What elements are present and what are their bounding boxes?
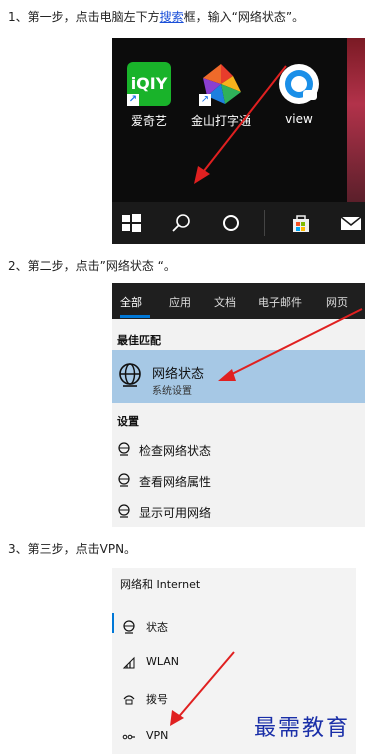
settings-header: 网络和 Internet [120,578,201,591]
network-globe-icon [118,473,130,487]
settings-nav-label: VPN [146,729,169,742]
watermark: 最需教育 [253,716,350,741]
best-match-subtitle: 系统设置 [152,386,192,397]
step3-text: 3、第三步，点击VPN。 [8,542,137,556]
tab-documents[interactable]: 文档 [214,294,236,310]
best-match-title: 网络状态 [152,367,205,382]
taskbar-separator [264,210,265,236]
settings-panel: 网络和 Internet 状态 WLAN 拨号 VPN 最需教育 [112,568,356,754]
network-globe-icon [119,363,141,387]
network-status-icon [123,620,135,634]
network-globe-icon [118,442,130,456]
store-icon[interactable] [290,212,312,234]
search-results-panel: 全部 应用 文档 电子邮件 网页 最佳匹配 网络状态 系统设置 设置 检查网络状… [112,283,365,527]
taskbar [112,202,365,244]
tab-email[interactable]: 电子邮件 [258,294,302,310]
app-label: 爱奇艺 [130,114,167,128]
active-tab-indicator [120,315,150,318]
best-match-heading: 最佳匹配 [117,334,161,347]
step1-prefix: 1、第一步，点击电脑左下方 [8,10,160,24]
search-tabs: 全部 应用 文档 电子邮件 网页 [112,283,365,319]
search-link[interactable]: 搜索 [160,10,184,24]
tab-web[interactable]: 网页 [326,294,348,310]
app-iqiyi[interactable]: iQIY ↗ 爱奇艺 [114,62,184,129]
step1-text: 1、第一步，点击电脑左下方搜索框，输入“网络状态”。 [8,10,304,24]
network-globe-icon [118,504,130,518]
step1-suffix: 框，输入“网络状态”。 [183,10,305,24]
vpn-icon [122,734,135,740]
wps-typing-icon: ↗ [199,62,243,106]
dialup-icon [123,695,135,705]
settings-item-view-properties[interactable]: 查看网络属性 [112,466,365,496]
settings-heading: 设置 [117,415,139,428]
tab-apps[interactable]: 应用 [169,294,191,310]
settings-nav-label: 状态 [146,621,168,634]
settings-item-check-network[interactable]: 检查网络状态 [112,435,365,465]
app-label: 金山打字通 [190,114,251,128]
app-wps-typing[interactable]: ↗ 金山打字通 [186,62,256,129]
desktop-screenshot: iQIY ↗ 爱奇艺 ↗ 金山打字通 view [112,38,365,244]
wallpaper-edge [347,38,365,203]
settings-item-label: 显示可用网络 [139,506,212,520]
shortcut-arrow-icon: ↗ [127,94,139,106]
app-label: view [285,112,313,126]
view-icon [277,62,321,106]
iqiyi-icon-text: iQIY [130,74,168,93]
step2-text: 2、第二步，点击”网络状态 “。 [8,259,176,273]
best-match-result[interactable]: 网络状态 系统设置 [112,350,365,403]
settings-nav-status[interactable]: 状态 [112,615,356,639]
settings-item-label: 检查网络状态 [139,444,212,458]
cortana-icon[interactable] [220,212,242,234]
settings-item-label: 查看网络属性 [139,475,212,489]
settings-nav-wlan[interactable]: WLAN [112,651,356,675]
wifi-icon [122,656,135,669]
settings-nav-label: 拨号 [146,693,168,706]
settings-nav-dialup[interactable]: 拨号 [112,687,356,711]
iqiyi-icon: iQIY ↗ [127,62,171,106]
tab-all[interactable]: 全部 [120,294,142,310]
mail-icon[interactable] [340,212,362,234]
search-icon[interactable] [170,212,192,234]
app-view[interactable]: view [264,62,334,126]
settings-nav-label: WLAN [146,655,180,668]
settings-item-show-networks[interactable]: 显示可用网络 [112,497,365,527]
shortcut-arrow-icon: ↗ [199,94,211,106]
windows-start-icon[interactable] [120,212,142,234]
